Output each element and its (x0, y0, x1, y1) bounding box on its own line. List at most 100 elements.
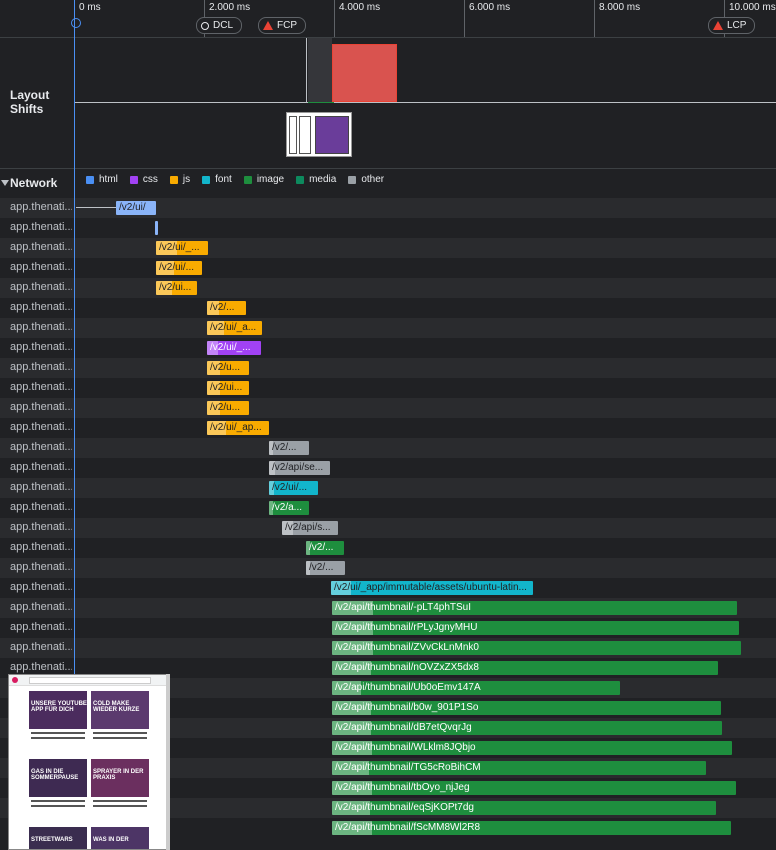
network-request-row[interactable]: app.thenati... /v2/... (0, 558, 776, 578)
network-request-row[interactable]: app.thenati... /v2/ui... (0, 278, 776, 298)
request-host: app.thenati... (10, 361, 72, 373)
layout-shift-thumbnail[interactable] (286, 112, 352, 157)
request-bar[interactable]: /v2/ui/_ap... (207, 421, 269, 435)
request-bar[interactable]: /v2/u... (207, 361, 249, 375)
layout-shifts-track[interactable]: Layout Shifts (0, 38, 776, 169)
network-request-row[interactable]: app.thenati... /v2/ui/_a... (0, 318, 776, 338)
network-request-row[interactable]: app.thenati... /v2/ui/_... (0, 238, 776, 258)
request-url: /v2/api/thumbnail/dB7etQvqrJg (335, 722, 472, 733)
request-bar[interactable] (155, 221, 158, 235)
request-bar[interactable]: /v2/... (306, 561, 345, 575)
request-host: app.thenati... (10, 521, 72, 533)
request-host: app.thenati... (10, 201, 72, 213)
request-bar[interactable]: /v2/ui/_app/immutable/assets/ubuntu-lati… (331, 581, 533, 595)
request-bar[interactable]: /v2/ui/... (269, 481, 318, 495)
request-bar[interactable]: /v2/api/thumbnail/-pLT4phTSuI (332, 601, 737, 615)
legend-item-image: image (243, 174, 284, 185)
request-url: /v2/api/thumbnail/nOVZxZX5dx8 (335, 662, 479, 673)
request-bar[interactable]: /v2/a... (269, 501, 309, 515)
request-url: /v2/api/thumbnail/Ub0oEmv147A (335, 682, 481, 693)
request-bar[interactable]: /v2/ui... (207, 381, 249, 395)
request-url: /v2/api/thumbnail/eqSjKOPt7dg (335, 802, 474, 813)
request-bar[interactable]: /v2/api/thumbnail/b0w_901P1So (332, 701, 721, 715)
request-url: /v2/ui/... (159, 262, 195, 273)
shift-marker-line (306, 38, 307, 102)
request-url: /v2/api/thumbnail/ZVvCkLnMnk0 (335, 642, 479, 653)
dcl-marker[interactable]: DCL (196, 17, 243, 34)
network-request-row[interactable]: app.thenati... /v2/api/thumbnail/ZVvCkLnM… (0, 638, 776, 658)
collapse-arrow-icon[interactable] (1, 180, 9, 186)
lcp-marker[interactable]: LCP (708, 17, 756, 34)
request-bar[interactable]: /v2/api/thumbnail/tbOyo_njJeg (332, 781, 736, 795)
network-request-row[interactable]: app.thenati... /v2/api/se... (0, 458, 776, 478)
network-request-row[interactable]: app.thenati... /v2/api/thumbnail/rPLyJgny… (0, 618, 776, 638)
start-marker-icon (71, 18, 81, 28)
triangle-icon (263, 21, 273, 30)
legend-item-js: js (169, 174, 190, 185)
network-request-row[interactable]: app.thenati... /v2/ui/_ap... (0, 418, 776, 438)
request-host: app.thenati... (10, 461, 72, 473)
ruler-tick: 8.000 ms (594, 0, 640, 37)
request-bar[interactable]: /v2/u... (207, 401, 249, 415)
request-url: /v2/api/thumbnail/b0w_901P1So (335, 702, 479, 713)
fcp-marker[interactable]: FCP (258, 17, 306, 34)
request-bar[interactable]: /v2/api/thumbnail/WLklm8JQbjo (332, 741, 732, 755)
request-bar[interactable]: /v2/ui/ (116, 201, 156, 215)
shift-region (308, 38, 332, 102)
request-bar[interactable]: /v2/api/s... (282, 521, 338, 535)
request-url: /v2/api/thumbnail/fScMM8Wl2R8 (335, 822, 481, 833)
request-bar[interactable]: /v2/ui/... (156, 261, 202, 275)
network-request-row[interactable]: app.thenati... /v2/a... (0, 498, 776, 518)
network-request-row[interactable]: app.thenati... /v2/... (0, 538, 776, 558)
request-host: app.thenati... (10, 261, 72, 273)
layout-shifts-label: Layout Shifts (10, 88, 50, 116)
request-bar[interactable]: /v2/... (269, 441, 309, 455)
network-request-row[interactable]: app.thenati... /v2/... (0, 298, 776, 318)
network-request-row[interactable]: app.thenati... /v2/u... (0, 358, 776, 378)
request-host: app.thenati... (10, 661, 72, 673)
network-request-row[interactable]: app.thenati... /v2/u... (0, 398, 776, 418)
request-bar[interactable]: /v2/ui/_... (156, 241, 208, 255)
network-request-row[interactable]: app.thenati... /v2/ui/... (0, 258, 776, 278)
network-track-header[interactable]: Network html css js font image media oth… (0, 168, 776, 198)
request-bar[interactable]: /v2/ui/_... (207, 341, 261, 355)
request-bar[interactable]: /v2/ui/_a... (207, 321, 262, 335)
request-bar[interactable]: /v2/api/thumbnail/Ub0oEmv147A (332, 681, 620, 695)
network-request-row[interactable]: app.thenati... /v2/ui/ (0, 198, 776, 218)
network-request-row[interactable]: app.thenati... /v2/ui/... (0, 478, 776, 498)
preview-card: GAS IN DIE SOMMERPAUSE (29, 759, 87, 821)
request-bar[interactable]: /v2/api/se... (269, 461, 330, 475)
network-request-row[interactable]: app.thenati... (0, 218, 776, 238)
request-bar[interactable]: /v2/ui... (156, 281, 197, 295)
request-bar[interactable]: /v2/... (207, 301, 246, 315)
request-url: /v2/api/thumbnail/WLklm8JQbjo (335, 742, 476, 753)
request-bar[interactable]: /v2/api/thumbnail/rPLyJgnyMHU (332, 621, 739, 635)
request-host: app.thenati... (10, 441, 72, 453)
request-bar[interactable]: /v2/... (306, 541, 344, 555)
request-host: app.thenati... (10, 401, 72, 413)
request-bar[interactable]: /v2/api/thumbnail/eqSjKOPt7dg (332, 801, 716, 815)
legend-item-font: font (202, 174, 232, 185)
request-bar[interactable]: /v2/api/thumbnail/dB7etQvqrJg (332, 721, 722, 735)
request-host: app.thenati... (10, 481, 72, 493)
network-request-row[interactable]: app.thenati... /v2/api/s... (0, 518, 776, 538)
preview-card: STREETWARS (29, 827, 87, 849)
request-url: /v2/ui... (210, 382, 243, 393)
network-request-row[interactable]: app.thenati... /v2/ui/_app/immutable/asse… (0, 578, 776, 598)
request-bar[interactable]: /v2/api/thumbnail/fScMM8Wl2R8 (332, 821, 731, 835)
network-request-row[interactable]: app.thenati... /v2/api/thumbnail/-pLT4phT… (0, 598, 776, 618)
request-host: app.thenati... (10, 561, 72, 573)
ruler-tick: 6.000 ms (464, 0, 510, 37)
network-request-row[interactable]: app.thenati... /v2/ui... (0, 378, 776, 398)
request-bar[interactable]: /v2/api/thumbnail/ZVvCkLnMnk0 (332, 641, 741, 655)
layout-shift-cluster[interactable] (332, 44, 397, 102)
request-url: /v2/ui/ (119, 202, 146, 213)
request-bar[interactable]: /v2/api/thumbnail/nOVZxZX5dx8 (332, 661, 718, 675)
network-request-row[interactable]: app.thenati... /v2/... (0, 438, 776, 458)
request-url: /v2/u... (210, 362, 241, 373)
timeline-ruler[interactable]: 0 ms 2.000 ms 4.000 ms 6.000 ms 8.000 ms… (0, 0, 776, 38)
request-url: /v2/ui/_... (210, 342, 251, 353)
request-url: /v2/api/s... (285, 522, 331, 533)
request-bar[interactable]: /v2/api/thumbnail/TG5cRoBihCM (332, 761, 706, 775)
network-request-row[interactable]: app.thenati... /v2/ui/_... (0, 338, 776, 358)
